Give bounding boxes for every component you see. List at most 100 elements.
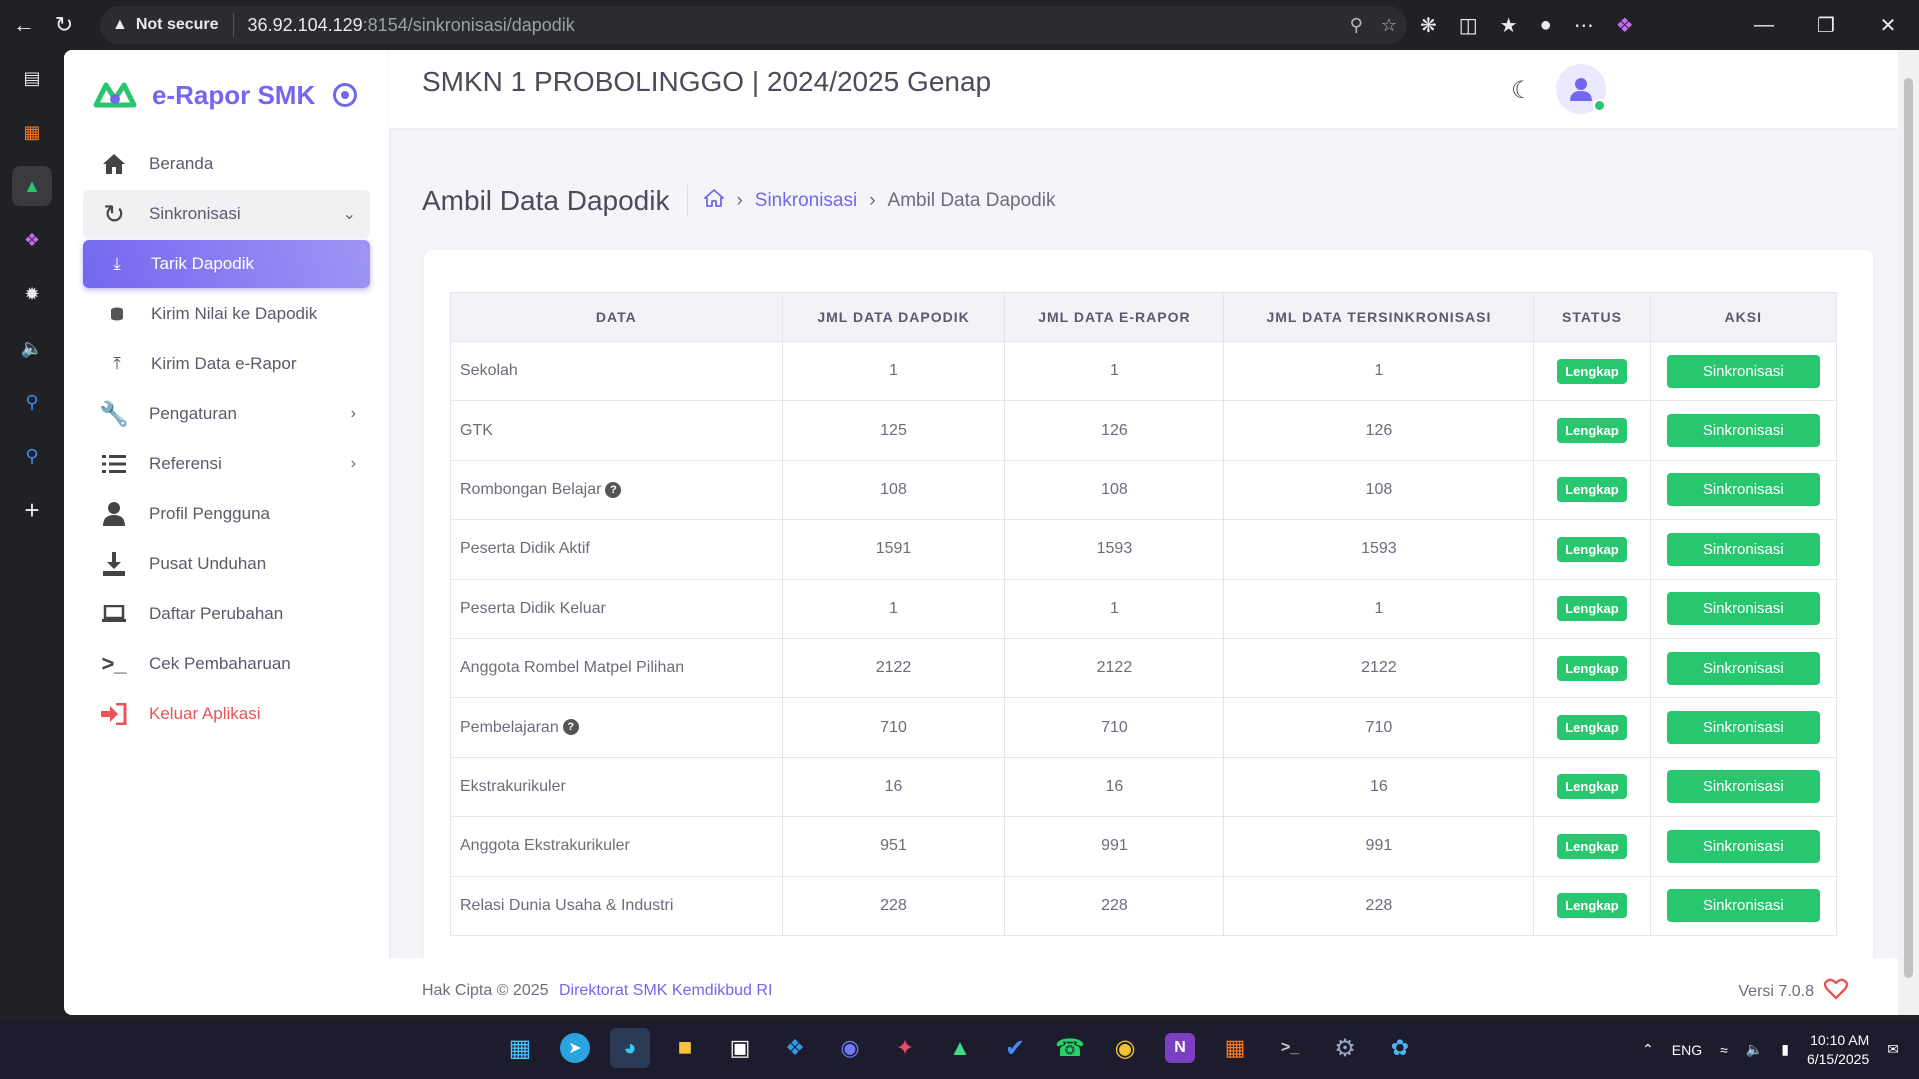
- cell-dapodik-count: 1591: [781, 519, 1006, 580]
- sidebar-item-sinkronisasi[interactable]: ↻ Sinkronisasi ⌄: [83, 190, 370, 238]
- sync-button[interactable]: Sinkronisasi: [1666, 829, 1820, 863]
- cell-status: Lengkap: [1533, 875, 1651, 936]
- extensions-icon[interactable]: ❋: [1420, 13, 1437, 38]
- sidebar-subitem-kirim-data[interactable]: ⤒ Kirim Data e-Rapor: [83, 340, 370, 388]
- file-explorer-icon[interactable]: ■: [665, 1028, 705, 1068]
- more-icon[interactable]: ⋯: [1574, 13, 1594, 38]
- scroll-thumb[interactable]: [1904, 78, 1913, 978]
- store-icon[interactable]: ▣: [720, 1028, 760, 1068]
- sync-button[interactable]: Sinkronisasi: [1666, 473, 1820, 507]
- tab-xampp-icon[interactable]: ▦: [12, 112, 52, 152]
- sync-button[interactable]: Sinkronisasi: [1666, 532, 1820, 566]
- sidebar-item-keluar[interactable]: Keluar Aplikasi: [83, 690, 370, 738]
- version-info: Versi 7.0.8: [1738, 978, 1849, 1005]
- discord-icon[interactable]: ◉: [830, 1028, 870, 1068]
- onenote-icon[interactable]: N: [1165, 1033, 1195, 1063]
- cell-status: Lengkap: [1533, 816, 1651, 877]
- help-icon[interactable]: ?: [605, 481, 622, 498]
- url-path: :8154/sinkronisasi/dapodik: [362, 14, 575, 35]
- sync-button[interactable]: Sinkronisasi: [1666, 711, 1820, 745]
- split-screen-icon[interactable]: ◫: [1459, 13, 1478, 38]
- sidebar-subitem-label: Tarik Dapodik: [151, 254, 254, 273]
- version-label: Versi 7.0.8: [1738, 982, 1814, 1000]
- restore-icon[interactable]: ❐: [1795, 13, 1857, 38]
- sync-button[interactable]: Sinkronisasi: [1666, 414, 1820, 448]
- sync-button[interactable]: Sinkronisasi: [1666, 592, 1820, 626]
- android-studio-icon[interactable]: ▲: [940, 1028, 980, 1068]
- app-icon[interactable]: ✦: [885, 1028, 925, 1068]
- terminal-icon[interactable]: >_: [1270, 1028, 1310, 1068]
- status-badge: Lengkap: [1557, 774, 1627, 800]
- status-badge: Lengkap: [1557, 358, 1627, 384]
- wrench-icon: 🔧: [99, 400, 129, 428]
- back-icon[interactable]: ←: [4, 5, 44, 45]
- sidebar-item-cek-pembaharuan[interactable]: >_ Cek Pembaharuan: [83, 640, 370, 688]
- cell-action: Sinkronisasi: [1649, 816, 1838, 877]
- sidebar-item-label: Cek Pembaharuan: [149, 654, 291, 673]
- close-icon[interactable]: ✕: [1857, 13, 1919, 38]
- address-bar[interactable]: ▲ Not secure 36.92.104.129 :8154/sinkron…: [100, 6, 1407, 44]
- profile-avatar-icon[interactable]: ●: [1540, 14, 1552, 37]
- battery-icon[interactable]: ▮: [1781, 1041, 1789, 1058]
- tab-erapor-icon[interactable]: ▲: [12, 166, 52, 206]
- cell-action: Sinkronisasi: [1649, 697, 1838, 758]
- paint-icon[interactable]: ✿: [1380, 1028, 1420, 1068]
- cell-dapodik-count: 2122: [781, 637, 1006, 699]
- tab-audio-icon[interactable]: 🔈: [12, 328, 52, 368]
- sync-button[interactable]: Sinkronisasi: [1666, 770, 1820, 804]
- start-icon[interactable]: ▦: [500, 1028, 540, 1068]
- sidebar-item-referensi[interactable]: Referensi ›: [83, 440, 370, 488]
- status-badge: Lengkap: [1557, 596, 1627, 622]
- sidebar-item-profil[interactable]: Profil Pengguna: [83, 490, 370, 538]
- tab-search-2-icon[interactable]: ⚲: [12, 436, 52, 476]
- star-icon[interactable]: ☆: [1381, 15, 1397, 36]
- sidebar-item-beranda[interactable]: Beranda: [83, 140, 370, 188]
- sidebar-subitem-tarik-dapodik[interactable]: ⤓ Tarik Dapodik: [83, 240, 370, 288]
- dark-mode-icon[interactable]: ☾: [1511, 76, 1533, 105]
- sync-button[interactable]: Sinkronisasi: [1666, 889, 1820, 923]
- tab-search-icon[interactable]: ⚲: [12, 382, 52, 422]
- xampp-icon[interactable]: ▦: [1215, 1028, 1255, 1068]
- tab-chatgpt-icon[interactable]: ✹: [12, 274, 52, 314]
- reload-icon[interactable]: ↻: [44, 5, 84, 45]
- minimize-icon[interactable]: —: [1733, 14, 1795, 37]
- security-indicator[interactable]: ▲ Not secure: [112, 13, 234, 37]
- sync-button[interactable]: Sinkronisasi: [1666, 651, 1820, 685]
- chrome-icon[interactable]: ◉: [1105, 1028, 1145, 1068]
- sidebar-item-daftar-perubahan[interactable]: Daftar Perubahan: [83, 590, 370, 638]
- vscode-icon[interactable]: ❖: [775, 1028, 815, 1068]
- column-header: DATA: [450, 292, 783, 342]
- wifi-icon[interactable]: ≈: [1720, 1042, 1728, 1058]
- avatar[interactable]: [1556, 64, 1606, 114]
- cell-erapor-count: 108: [1004, 459, 1225, 521]
- edge-icon[interactable]: ◕: [610, 1028, 650, 1068]
- chevron-up-icon[interactable]: ⌃: [1642, 1041, 1654, 1058]
- telegram-icon[interactable]: ➤: [560, 1033, 590, 1063]
- settings-icon[interactable]: ⚙: [1325, 1028, 1365, 1068]
- sidebar-subitem-kirim-nilai[interactable]: Kirim Nilai ke Dapodik: [83, 290, 370, 338]
- org-link[interactable]: Direktorat SMK Kemdikbud RI: [559, 982, 772, 999]
- copilot-icon[interactable]: ❖: [1616, 13, 1634, 38]
- language-indicator[interactable]: ENG: [1672, 1042, 1702, 1058]
- key-icon[interactable]: ⚲: [1350, 15, 1363, 36]
- sync-button[interactable]: Sinkronisasi: [1666, 354, 1820, 388]
- clock[interactable]: 10:10 AM 6/15/2025: [1807, 1031, 1869, 1069]
- sidebar-toggle-icon[interactable]: [333, 83, 358, 107]
- favorites-icon[interactable]: ★: [1500, 13, 1518, 38]
- breadcrumb-parent-link[interactable]: Sinkronisasi: [755, 190, 857, 212]
- new-tab-icon[interactable]: +: [12, 490, 52, 530]
- notification-icon[interactable]: ✉: [1887, 1041, 1899, 1058]
- todo-icon[interactable]: ✔: [995, 1028, 1035, 1068]
- brand[interactable]: e-Rapor SMK: [64, 50, 389, 140]
- help-icon[interactable]: ?: [562, 719, 579, 736]
- tab-actions-icon[interactable]: ▤: [12, 58, 52, 98]
- sidebar-item-pengaturan[interactable]: 🔧 Pengaturan ›: [83, 390, 370, 438]
- whatsapp-icon[interactable]: ☎: [1050, 1028, 1090, 1068]
- breadcrumb-home-icon[interactable]: [704, 189, 725, 213]
- tab-copilot-icon[interactable]: ❖: [12, 220, 52, 260]
- sidebar-item-label: Daftar Perubahan: [149, 604, 284, 623]
- volume-icon[interactable]: 🔈: [1746, 1041, 1763, 1058]
- sidebar-item-pusat-unduhan[interactable]: Pusat Unduhan: [83, 540, 370, 588]
- page-scrollbar[interactable]: [1898, 50, 1919, 1015]
- chevron-right-icon: ›: [869, 190, 876, 211]
